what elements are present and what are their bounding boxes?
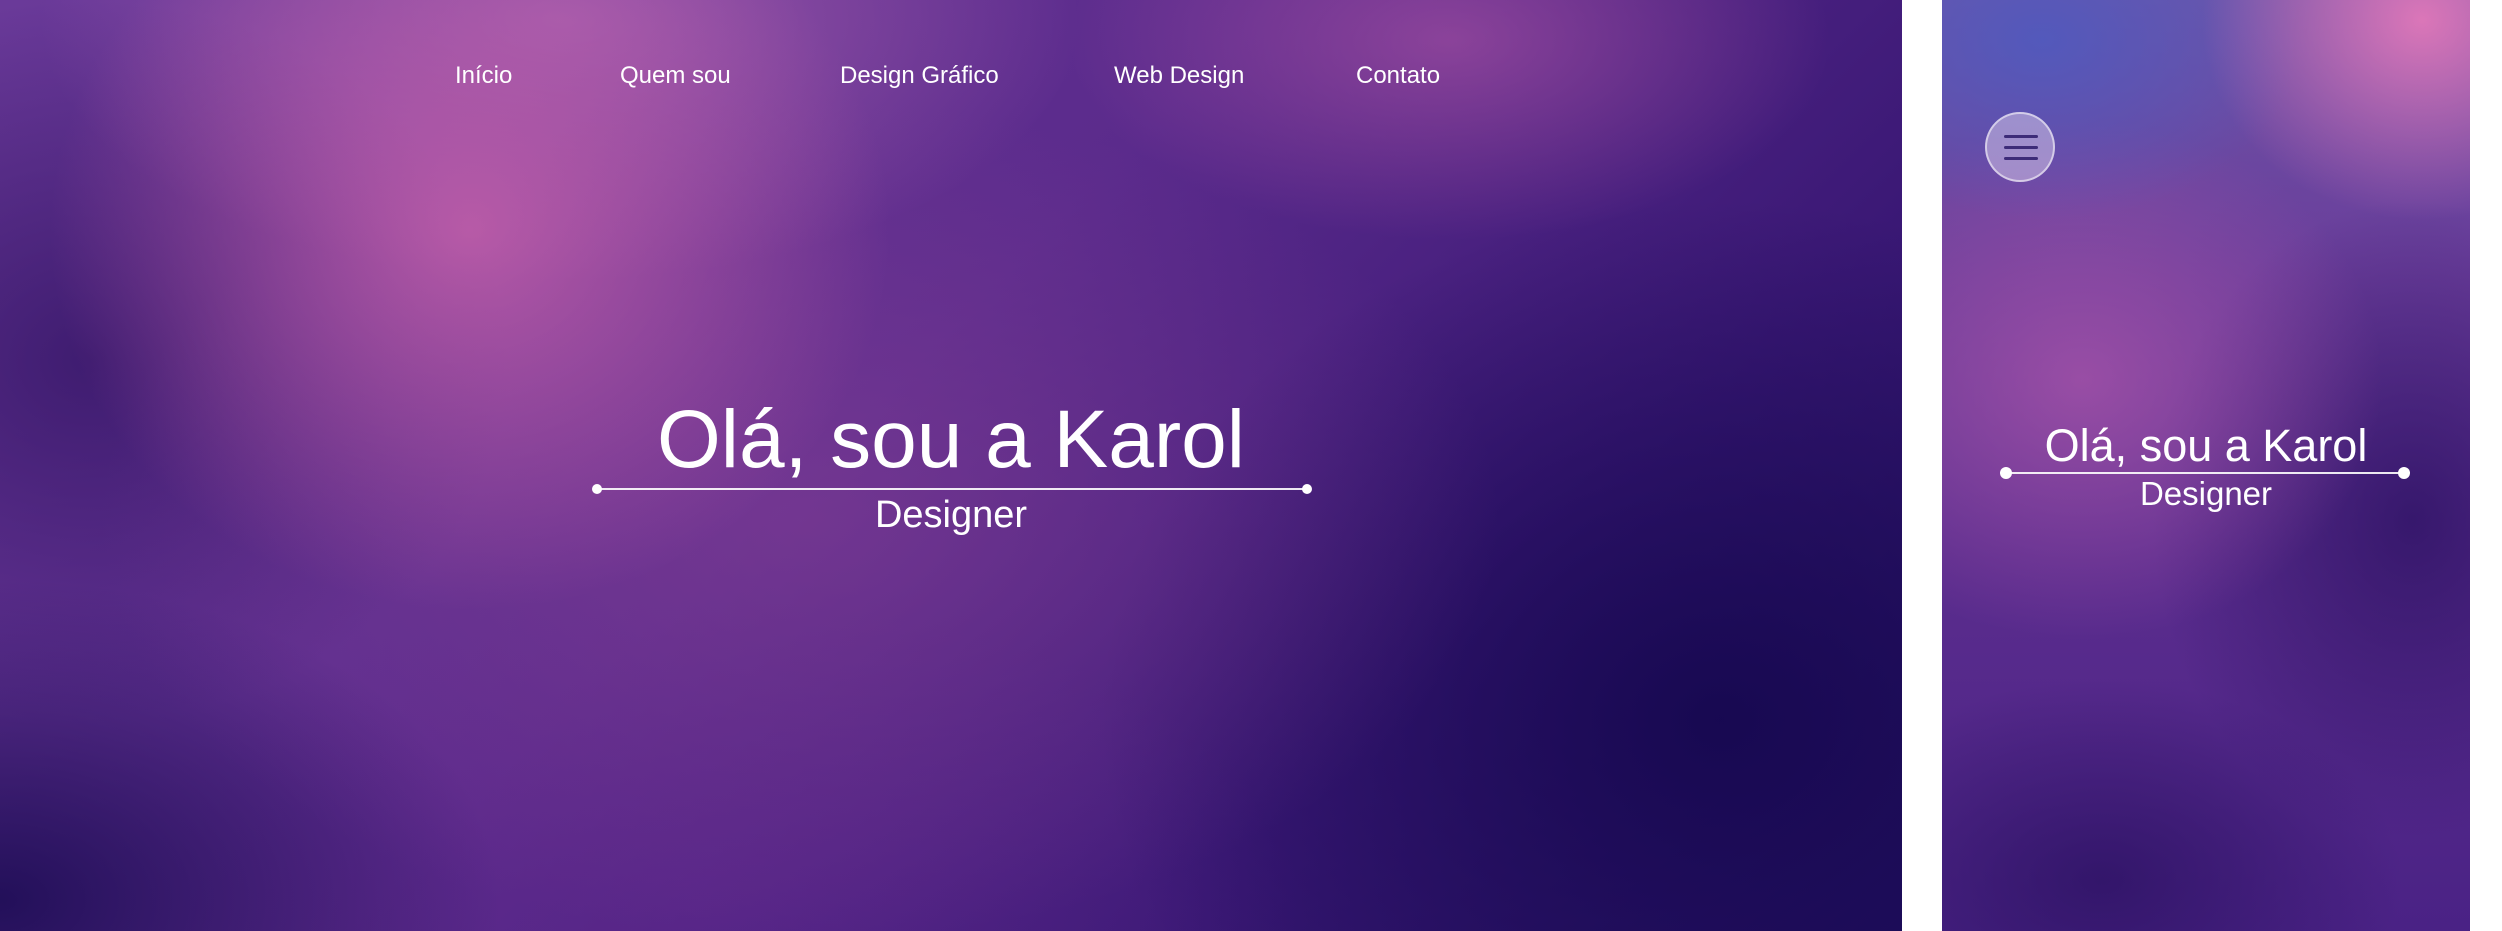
hero-title: Olá, sou a Karol <box>657 394 1245 485</box>
menu-bar-top <box>2004 135 2038 138</box>
menu-bar-middle <box>2004 146 2038 149</box>
mobile-hero-title: Olá, sou a Karol <box>2044 420 2368 471</box>
desktop-screen: Início Quem sou Design Gráfico Web Desig… <box>0 0 1902 931</box>
menu-bar-bottom <box>2004 157 2038 160</box>
mockup-canvas: Início Quem sou Design Gráfico Web Desig… <box>0 0 2502 931</box>
hero-section: Olá, sou a Karol Designer <box>0 0 1902 931</box>
hero-subtitle: Designer <box>874 494 1028 536</box>
mobile-hero-subtitle: Designer <box>2139 475 2273 512</box>
hamburger-menu-button[interactable] <box>1985 112 2055 182</box>
mobile-screen: Olá, sou a Karol Designer <box>1942 0 2470 931</box>
